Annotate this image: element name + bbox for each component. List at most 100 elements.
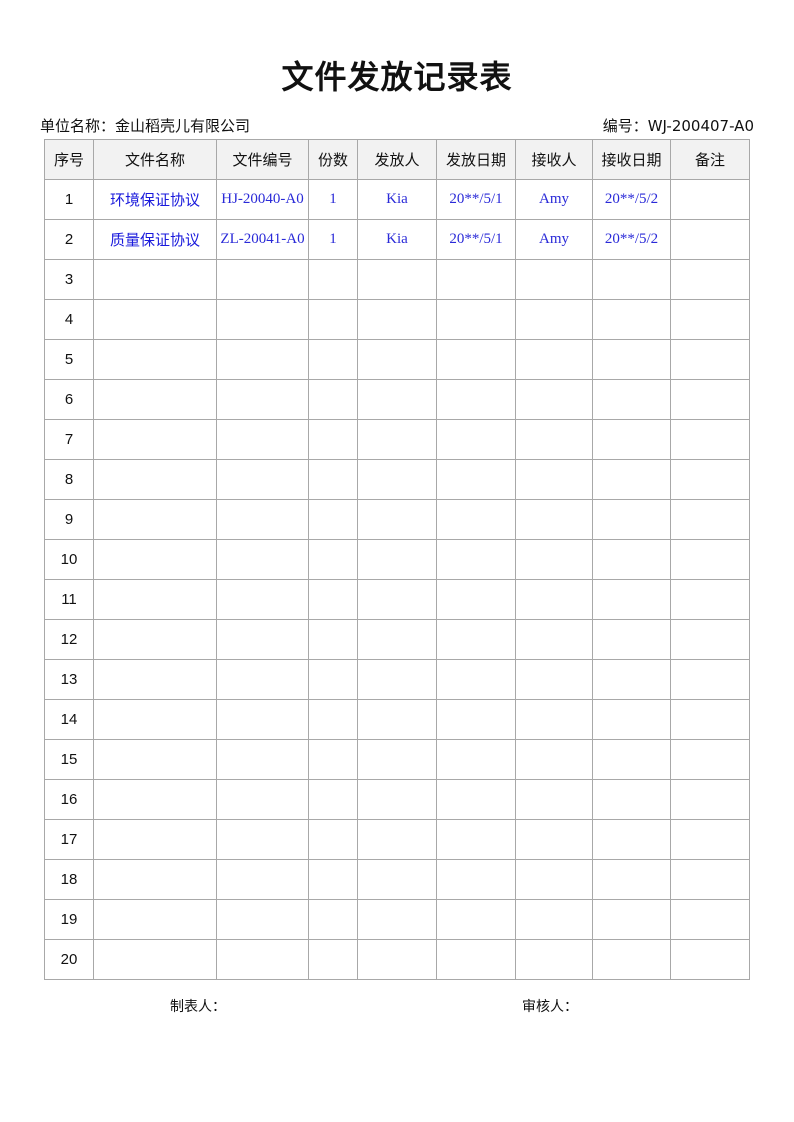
cell-receiver [515,379,593,420]
cell-receiver [515,939,593,980]
cell-issuer: Kia [357,219,437,260]
cell-seq: 12 [44,619,94,660]
cell-file-code [216,259,309,300]
cell-note [670,619,750,660]
maker-label: 制表人： [170,999,226,1015]
table-header-row: 序号 文件名称 文件编号 份数 发放人 发放日期 接收人 接收日期 备注 [44,139,750,180]
cell-file-code [216,339,309,380]
cell-issue-date [436,579,516,620]
cell-seq: 4 [44,299,94,340]
cell-issue-date [436,779,516,820]
cell-file-name [93,659,217,700]
table-row: 12 [44,619,750,660]
cell-note [670,299,750,340]
cell-file-name [93,619,217,660]
cell-receiver [515,859,593,900]
cell-file-code: HJ-20040-A0 [216,179,309,220]
cell-file-name [93,339,217,380]
cell-seq: 5 [44,339,94,380]
cell-issuer [357,819,437,860]
table-row: 10 [44,539,750,580]
cell-file-code [216,899,309,940]
cell-file-name [93,739,217,780]
cell-note [670,539,750,580]
cell-seq: 15 [44,739,94,780]
cell-receive-date [592,539,671,580]
table-row: 19 [44,899,750,940]
col-header-note: 备注 [670,139,750,180]
col-header-copies: 份数 [308,139,358,180]
cell-receive-date [592,899,671,940]
col-header-file-name: 文件名称 [93,139,217,180]
cell-issue-date [436,859,516,900]
cell-issue-date [436,419,516,460]
cell-issuer [357,939,437,980]
table-row: 7 [44,419,750,460]
cell-file-name [93,539,217,580]
cell-copies: 1 [308,219,358,260]
cell-note [670,419,750,460]
col-header-receiver: 接收人 [515,139,593,180]
cell-copies [308,499,358,540]
cell-issuer [357,659,437,700]
cell-copies [308,419,358,460]
cell-issue-date [436,339,516,380]
cell-note [670,739,750,780]
cell-issue-date: 20**/5/1 [436,219,516,260]
cell-file-code [216,299,309,340]
cell-issuer [357,899,437,940]
cell-issuer [357,539,437,580]
cell-receive-date [592,939,671,980]
cell-file-code [216,739,309,780]
table-row: 2 质量保证协议 ZL-20041-A0 1 Kia 20**/5/1 Amy 20**/5/… [44,219,750,260]
table-row: 4 [44,299,750,340]
cell-file-name: 质量保证协议 [93,219,217,260]
col-header-file-code: 文件编号 [216,139,309,180]
table-row: 16 [44,779,750,820]
col-header-issue-date: 发放日期 [436,139,516,180]
cell-issuer [357,779,437,820]
cell-file-code [216,459,309,500]
cell-receiver [515,819,593,860]
cell-copies [308,819,358,860]
cell-receive-date [592,259,671,300]
cell-receiver [515,739,593,780]
cell-note [670,219,750,260]
cell-issuer [357,499,437,540]
cell-issuer [357,259,437,300]
cell-file-name [93,499,217,540]
cell-issuer [357,339,437,380]
cell-receive-date [592,779,671,820]
cell-receive-date [592,459,671,500]
cell-copies [308,659,358,700]
cell-seq: 19 [44,899,94,940]
cell-seq: 18 [44,859,94,900]
cell-issuer [357,379,437,420]
cell-seq: 1 [44,179,94,220]
cell-receive-date [592,499,671,540]
cell-issuer: Kia [357,179,437,220]
cell-copies [308,259,358,300]
cell-receiver [515,499,593,540]
cell-file-name: 环境保证协议 [93,179,217,220]
cell-receiver [515,619,593,660]
cell-copies [308,699,358,740]
cell-file-code [216,499,309,540]
cell-file-name [93,899,217,940]
table-row: 1 环境保证协议 HJ-20040-A0 1 Kia 20**/5/1 Amy 20**/5/… [44,179,750,220]
cell-copies [308,299,358,340]
cell-file-code [216,539,309,580]
cell-issue-date: 20**/5/1 [436,179,516,220]
cell-file-name [93,819,217,860]
cell-note [670,499,750,540]
cell-issue-date [436,659,516,700]
reviewer-label: 审核人： [522,999,578,1015]
cell-file-code: ZL-20041-A0 [216,219,309,260]
table-row: 20 [44,939,750,980]
cell-file-code [216,939,309,980]
distribution-table: 序号 文件名称 文件编号 份数 发放人 发放日期 接收人 接收日期 备注 1 环境… [44,139,750,980]
cell-file-code [216,579,309,620]
cell-note [670,779,750,820]
col-header-issuer: 发放人 [357,139,437,180]
cell-receiver [515,419,593,460]
